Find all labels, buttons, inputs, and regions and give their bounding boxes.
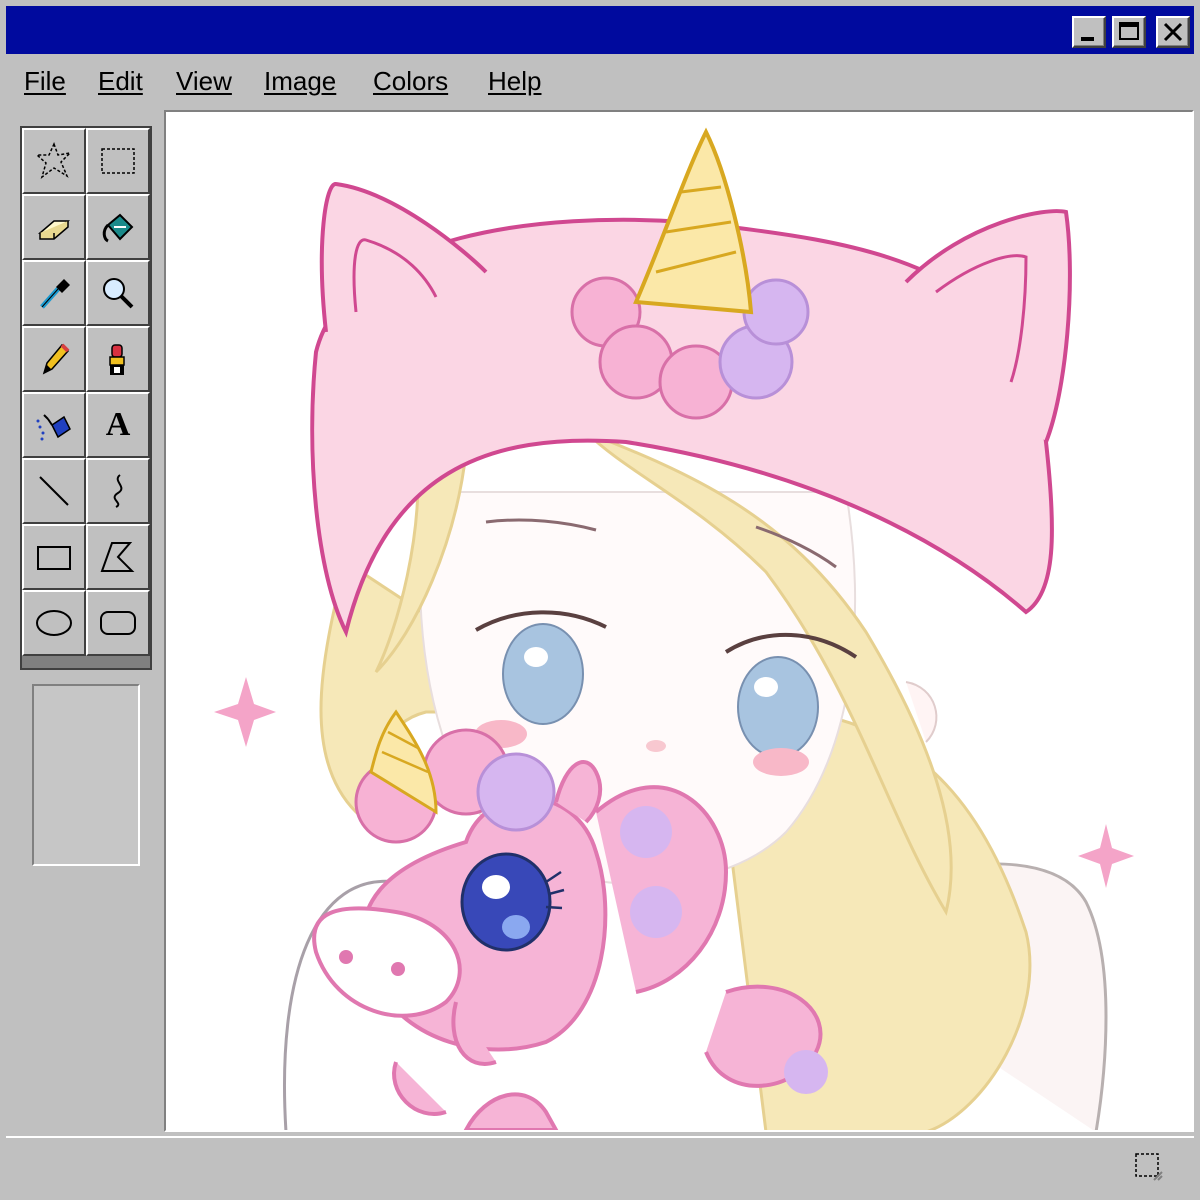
- drawing-canvas[interactable]: [164, 110, 1194, 1132]
- tool-rectangle[interactable]: [22, 524, 86, 590]
- menu-edit[interactable]: Edit: [98, 66, 143, 97]
- tool-ellipse[interactable]: [22, 590, 86, 656]
- line-icon: [39, 476, 69, 506]
- tool-free-form-select[interactable]: [22, 128, 86, 194]
- airbrush-icon: [36, 414, 71, 441]
- menu-file[interactable]: File: [24, 66, 66, 97]
- color-picker-icon: [40, 279, 70, 309]
- sparkle-left: [214, 677, 276, 747]
- tool-airbrush[interactable]: [22, 392, 86, 458]
- tool-line[interactable]: [22, 458, 86, 524]
- tool-rect-select[interactable]: [86, 128, 150, 194]
- brush-icon: [109, 344, 125, 375]
- tool-color-picker[interactable]: [22, 260, 86, 326]
- fill-bucket-icon: [102, 213, 134, 243]
- status-bar: [6, 1136, 1194, 1196]
- tool-fill-bucket[interactable]: [86, 194, 150, 260]
- rounded-rect-icon: [100, 611, 136, 635]
- blush-right: [753, 748, 809, 776]
- menu-help[interactable]: Help: [488, 66, 541, 97]
- tool-text[interactable]: A: [86, 392, 150, 458]
- tool-magnifier[interactable]: [86, 260, 150, 326]
- polygon-icon: [100, 542, 135, 572]
- curve-icon: [113, 474, 123, 508]
- menu-colors[interactable]: Colors: [373, 66, 448, 97]
- tool-pencil[interactable]: [22, 326, 86, 392]
- resize-grip-icon: [1135, 1153, 1163, 1181]
- paint-window: File Edit View Image Colors Help A: [0, 0, 1200, 1200]
- ellipse-icon: [36, 610, 72, 636]
- title-bar[interactable]: [6, 6, 1194, 54]
- close-icon: [1163, 22, 1183, 42]
- rect-select-icon: [101, 148, 135, 174]
- rectangle-icon: [37, 546, 71, 570]
- menu-bar: File Edit View Image Colors Help: [6, 58, 1194, 104]
- minimize-icon: [1081, 37, 1094, 41]
- menu-image[interactable]: Image: [264, 66, 336, 97]
- tool-brush[interactable]: [86, 326, 150, 392]
- text-icon: A: [105, 406, 131, 443]
- sparkle-right: [1078, 824, 1134, 888]
- tool-options-box[interactable]: [32, 684, 140, 866]
- toolbox: A: [20, 126, 152, 670]
- pencil-icon: [42, 343, 70, 375]
- nose: [646, 740, 666, 752]
- minimize-button[interactable]: [1072, 16, 1106, 48]
- maximize-button[interactable]: [1112, 16, 1146, 48]
- menu-view[interactable]: View: [176, 66, 232, 97]
- tool-polygon[interactable]: [86, 524, 150, 590]
- eraser-icon: [37, 220, 71, 240]
- tool-eraser[interactable]: [22, 194, 86, 260]
- close-button[interactable]: [1156, 16, 1190, 48]
- canvas-artwork: [214, 127, 1134, 1130]
- tool-curve[interactable]: [86, 458, 150, 524]
- tool-rounded-rect[interactable]: [86, 590, 150, 656]
- maximize-icon: [1119, 22, 1139, 40]
- magnifier-icon: [103, 278, 134, 309]
- free-form-select-icon: [35, 142, 73, 179]
